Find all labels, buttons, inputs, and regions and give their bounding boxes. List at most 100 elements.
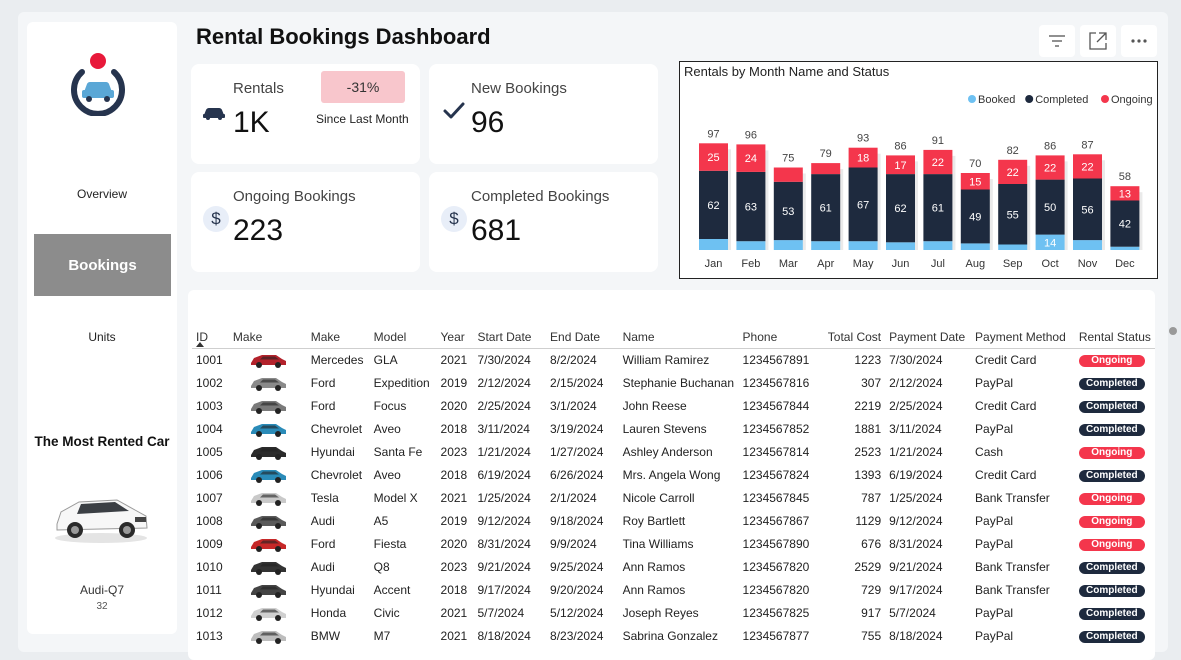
cell-year: 2018 (440, 421, 468, 436)
legend-marker-completed (1025, 95, 1034, 103)
total-label: 97 (707, 128, 719, 140)
cell-make: BMW (310, 628, 341, 643)
column-header-total-cost[interactable]: Total Cost (821, 326, 886, 349)
legend-label-booked: Booked (978, 94, 1015, 106)
cell-name: Ann Ramos (622, 559, 686, 574)
column-header-start-date[interactable]: Start Date (473, 326, 547, 349)
cell-model: Focus (373, 398, 407, 413)
cell-phone: 1234567867 (742, 513, 810, 528)
bar-booked-apr (811, 241, 841, 250)
column-header-id[interactable]: ID (192, 326, 229, 349)
cell-make: Tesla (310, 490, 339, 505)
table-row[interactable]: 1013 BMW M7 2021 8/18/2024 8/23/2024 Sabrina G… (192, 624, 1155, 647)
data-label-ongoing: 25 (707, 152, 719, 164)
column-header-payment-method[interactable]: Payment Method (971, 326, 1075, 349)
nav-overview[interactable]: Overview (27, 187, 177, 201)
cell-year: 2020 (440, 536, 468, 551)
column-header-model[interactable]: Model (369, 326, 437, 349)
cell-payment-method: Credit Card (975, 398, 1037, 413)
more-options-button[interactable] (1121, 25, 1157, 57)
cell-total-cost: 755 (861, 628, 882, 643)
data-label-ongoing: 18 (857, 153, 869, 165)
cell-phone: 1234567816 (742, 375, 810, 390)
legend-label-ongoing: Ongoing (1111, 94, 1153, 106)
cell-start-date: 9/12/2024 (477, 513, 531, 528)
rentals-label: Rentals (233, 80, 284, 97)
column-header-payment-date[interactable]: Payment Date (885, 326, 972, 349)
cell-payment-method: Cash (975, 444, 1004, 459)
cell-total-cost: 2529 (854, 559, 882, 574)
cell-payment-method: PayPal (975, 536, 1014, 551)
data-label-completed: 67 (857, 199, 869, 211)
data-label-completed: 42 (1119, 219, 1131, 231)
total-label: 82 (1007, 145, 1019, 157)
expand-icon (1089, 32, 1107, 50)
column-header-make[interactable]: Make (306, 326, 370, 349)
data-label-completed: 62 (707, 200, 719, 212)
table-row[interactable]: 1002 Ford Expedition 2019 2/12/2024 2/15/2024… (192, 371, 1155, 394)
focus-mode-button[interactable] (1080, 25, 1116, 57)
total-label: 96 (745, 129, 757, 141)
cell-payment-method: PayPal (975, 628, 1014, 643)
cell-model: Aveo (373, 421, 401, 436)
cell-phone: 1234567820 (742, 559, 810, 574)
cell-total-cost: 2523 (854, 444, 882, 459)
table-row[interactable]: 1012 Honda Civic 2021 5/7/2024 5/12/2024 Josep… (192, 601, 1155, 624)
cell-payment-date: 2/12/2024 (889, 375, 943, 390)
bar-booked-nov (1073, 240, 1102, 250)
bar-ongoing-apr (811, 163, 841, 175)
cell-make: Hyundai (310, 444, 355, 459)
nav-bookings[interactable]: Bookings (34, 234, 171, 296)
table-row[interactable]: 1001 Mercedes GLA 2021 7/30/2024 8/2/2024 Will… (192, 348, 1155, 371)
column-header-year[interactable]: Year (436, 326, 474, 349)
cell-year: 2020 (440, 398, 468, 413)
cell-payment-date: 8/31/2024 (889, 536, 943, 551)
dollar-icon: $ (203, 206, 229, 232)
cell-start-date: 1/21/2024 (477, 444, 531, 459)
nav-units[interactable]: Units (27, 330, 177, 344)
column-header-rental-status[interactable]: Rental Status (1074, 326, 1155, 349)
table-row[interactable]: 1009 Ford Fiesta 2020 8/31/2024 9/9/2024 Tina … (192, 532, 1155, 555)
data-label-ongoing: 15 (969, 176, 981, 188)
table-row[interactable]: 1011 Hyundai Accent 2018 9/17/2024 9/20/2024 A… (192, 578, 1155, 601)
column-header-make[interactable]: Make (228, 326, 307, 349)
bookings-table: ID Make Make Model Year Start Date End Date Nam… (192, 326, 1155, 647)
table-row[interactable]: 1008 Audi A5 2019 9/12/2024 9/18/2024 Roy Bart… (192, 509, 1155, 532)
cell-name: Stephanie Buchanan (622, 375, 735, 390)
column-header-end-date[interactable]: End Date (546, 326, 619, 349)
cell-name: Sabrina Gonzalez (622, 628, 718, 643)
cell-start-date: 6/19/2024 (477, 467, 531, 482)
scroll-handle[interactable] (1169, 327, 1177, 335)
cell-year: 2019 (440, 513, 468, 528)
cell-year: 2021 (440, 490, 468, 505)
dollar-icon: $ (441, 206, 467, 232)
data-label-ongoing: 13 (1119, 188, 1131, 200)
filter-button[interactable] (1039, 25, 1075, 57)
table-row[interactable]: 1005 Hyundai Santa Fe 2023 1/21/2024 1/27/202… (192, 440, 1155, 463)
cell-end-date: 8/2/2024 (550, 352, 597, 367)
table-row[interactable]: 1006 Chevrolet Aveo 2018 6/19/2024 6/26/2024 M… (192, 463, 1155, 486)
table-row[interactable]: 1010 Audi Q8 2023 9/21/2024 9/25/2024 Ann Ramo… (192, 555, 1155, 578)
column-header-phone[interactable]: Phone (738, 326, 822, 349)
cell-payment-date: 1/21/2024 (889, 444, 943, 459)
data-label-completed: 49 (969, 211, 981, 223)
car-thumbnail (229, 371, 307, 394)
cell-end-date: 9/25/2024 (550, 559, 604, 574)
cell-end-date: 1/27/2024 (550, 444, 604, 459)
cell-make: Honda (310, 605, 347, 620)
total-label: 93 (857, 133, 869, 145)
total-label: 91 (932, 135, 944, 147)
cell-id: 1005 (196, 444, 223, 459)
page-title: Rental Bookings Dashboard (196, 24, 491, 49)
cell-year: 2021 (440, 352, 468, 367)
table-row[interactable]: 1003 Ford Focus 2020 2/25/2024 3/1/2024 John R… (192, 394, 1155, 417)
cell-payment-method: Credit Card (975, 352, 1037, 367)
status-badge: Ongoing (1075, 532, 1155, 555)
cell-make: Audi (310, 559, 335, 574)
table-row[interactable]: 1004 Chevrolet Aveo 2018 3/11/2024 3/19/2024 L… (192, 417, 1155, 440)
column-header-name[interactable]: Name (618, 326, 739, 349)
data-label-ongoing: 22 (1081, 161, 1093, 173)
bar-booked-may (848, 241, 878, 250)
cell-start-date: 9/21/2024 (477, 559, 531, 574)
table-row[interactable]: 1007 Tesla Model X 2021 1/25/2024 2/1/2024 Nic… (192, 486, 1155, 509)
